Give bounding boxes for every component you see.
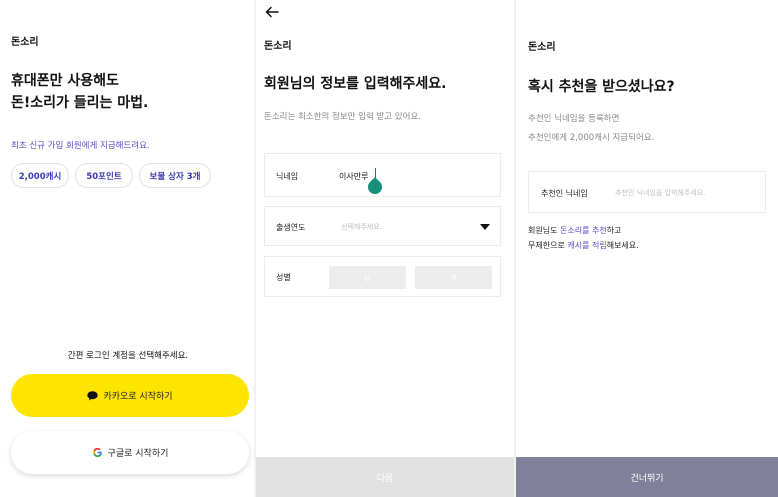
reward-chip-treasure: 보물 상자 3개 bbox=[139, 163, 211, 188]
gender-field: 성별 남 여 bbox=[264, 256, 501, 297]
dropdown-arrow-icon[interactable] bbox=[480, 224, 490, 230]
note-text: 해보세요. bbox=[606, 241, 639, 250]
referral-note-line-1: 회원님도 돈소리를 추천하고 bbox=[528, 223, 639, 238]
signup-reward-note: 최초 신규 가입 회원에게 지급해드려요. bbox=[11, 141, 150, 151]
app-brand: 돈소리 bbox=[528, 42, 556, 53]
nickname-field[interactable]: 닉네임 이사만루 bbox=[264, 153, 501, 197]
referral-note-line-2: 무제한으로 캐시를 적립해보세요. bbox=[528, 238, 639, 253]
page-subtitle: 추천인 닉네임을 등록하면 추천인에게 2,000캐시 지급되어요. bbox=[528, 110, 654, 148]
note-text: 무제한으로 bbox=[528, 241, 568, 250]
reward-chip-points: 50포인트 bbox=[75, 163, 133, 188]
referrer-nickname-input[interactable]: 추천인 닉네임을 입력해주세요. bbox=[615, 188, 705, 198]
kakao-login-label: 카카오로 시작하기 bbox=[103, 392, 173, 402]
login-hint: 간편 로그인 계정을 선택해주세요. bbox=[67, 351, 189, 361]
app-brand: 돈소리 bbox=[11, 37, 39, 48]
gender-female-button[interactable]: 여 bbox=[415, 266, 492, 289]
referrer-nickname-field[interactable]: 추천인 닉네임 추천인 닉네임을 입력해주세요. bbox=[528, 171, 766, 213]
google-login-button[interactable]: 구글로 시작하기 bbox=[11, 431, 249, 474]
subtitle-line-1: 추천인 닉네임을 등록하면 bbox=[528, 114, 620, 124]
page-title: 혹시 추천을 받으셨나요? bbox=[528, 79, 675, 95]
headline: 휴대폰만 사용해도 돈!소리가 들리는 마법. bbox=[11, 70, 148, 114]
birth-year-placeholder: 선택해주세요. bbox=[341, 223, 382, 231]
nickname-label: 닉네임 bbox=[276, 172, 299, 181]
note-highlight: 돈소리를 추천 bbox=[559, 226, 607, 235]
referrer-nickname-label: 추천인 닉네임 bbox=[541, 189, 588, 198]
gender-label: 성별 bbox=[276, 273, 291, 282]
speech-bubble-icon bbox=[87, 390, 99, 401]
birth-year-label: 출생연도 bbox=[276, 223, 306, 232]
note-text: 회원님도 bbox=[528, 226, 560, 235]
headline-line-2: 돈!소리가 들리는 마법. bbox=[11, 95, 149, 111]
nickname-input[interactable]: 이사만루 bbox=[339, 171, 368, 182]
gender-male-button[interactable]: 남 bbox=[329, 266, 406, 289]
login-screen: 돈소리 휴대폰만 사용해도 돈!소리가 들리는 마법. 최초 신규 가입 회원에… bbox=[0, 0, 256, 497]
referral-note: 회원님도 돈소리를 추천하고 무제한으로 캐시를 적립해보세요. bbox=[528, 223, 639, 253]
birth-year-select[interactable]: 출생연도 선택해주세요. bbox=[264, 206, 501, 246]
note-highlight: 캐시를 적립 bbox=[567, 241, 607, 250]
app-brand: 돈소리 bbox=[264, 41, 292, 52]
page-title: 회원님의 정보를 입력해주세요. bbox=[264, 76, 447, 92]
headline-line-1: 휴대폰만 사용해도 bbox=[11, 73, 119, 89]
subtitle-line-2: 추천인에게 2,000캐시 지급되어요. bbox=[528, 133, 655, 143]
reward-chip-cash: 2,000캐시 bbox=[11, 163, 69, 188]
google-logo-icon bbox=[92, 447, 103, 458]
note-text: 하고 bbox=[606, 226, 622, 235]
page-subtitle: 돈소리는 최소한의 정보만 입력 받고 있어요. bbox=[264, 112, 421, 122]
profile-info-screen: 돈소리 회원님의 정보를 입력해주세요. 돈소리는 최소한의 정보만 입력 받고… bbox=[256, 0, 514, 497]
next-button[interactable]: 다음 bbox=[256, 457, 514, 497]
google-login-label: 구글로 시작하기 bbox=[107, 449, 169, 459]
back-arrow-icon[interactable] bbox=[265, 3, 281, 18]
referral-screen: 돈소리 혹시 추천을 받으셨나요? 추천인 닉네임을 등록하면 추천인에게 2,… bbox=[516, 0, 778, 497]
kakao-login-button[interactable]: 카카오로 시작하기 bbox=[11, 374, 249, 417]
skip-button[interactable]: 건너뛰기 bbox=[516, 457, 778, 497]
